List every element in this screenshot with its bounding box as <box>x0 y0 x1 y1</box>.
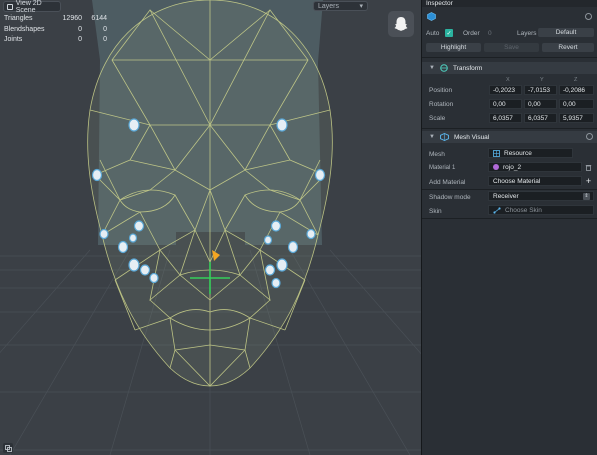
position-label: Position <box>429 87 453 94</box>
mesh-field[interactable]: Resource <box>488 148 573 158</box>
scene-2d-icon <box>7 3 13 10</box>
add-material-field[interactable]: Choose Material <box>488 176 582 186</box>
add-material-value: Choose Material <box>493 177 541 185</box>
layers-label: Layers <box>517 30 537 37</box>
divider <box>422 218 597 219</box>
scene-stats: Triangles 12960 6144 Blendshapes 0 0 Joi… <box>4 14 107 46</box>
stats-value: 6144 <box>91 15 107 22</box>
cube-icon <box>427 12 436 21</box>
divider <box>422 189 597 190</box>
scale-x-input[interactable]: 6,0357 <box>489 113 522 123</box>
skin-value: Choose Skin <box>505 206 542 214</box>
trash-icon[interactable] <box>585 164 592 171</box>
divider <box>422 128 597 129</box>
stats-row: Blendshapes 0 0 <box>4 25 107 36</box>
stats-value: 0 <box>78 36 82 43</box>
layers-dropdown[interactable]: Layers ▾ <box>313 1 368 11</box>
view-2d-scene-button[interactable]: View 2D Scene <box>3 0 61 14</box>
stats-label: Joints <box>4 36 23 43</box>
viewport-options-button[interactable] <box>3 443 13 453</box>
object-header <box>422 10 597 24</box>
shadow-mode-value: Receiver <box>493 192 519 200</box>
shadow-mode-select[interactable]: Receiver ⇕ <box>488 191 594 201</box>
mesh-visual-title: Mesh Visual <box>453 133 490 141</box>
mesh-visual-icon <box>440 133 449 141</box>
stats-value: 12960 <box>62 15 82 22</box>
inspector-title: Inspector <box>422 0 597 7</box>
resource-grid-icon <box>493 149 500 157</box>
rotation-z-input[interactable]: 0,00 <box>559 99 594 109</box>
highlight-button[interactable]: Highlight <box>426 43 481 52</box>
stats-value: 0 <box>103 36 107 43</box>
chevron-down-icon: ▾ <box>359 3 363 10</box>
rotation-y-input[interactable]: 0,00 <box>524 99 557 109</box>
layers-dropdown-label: Layers <box>318 2 340 10</box>
transform-title: Transform <box>452 64 483 72</box>
mesh-value: Resource <box>504 149 532 157</box>
inspector-panel: Inspector Auto ✓ Order 0 Layers Default … <box>421 0 597 455</box>
layers-select[interactable]: Default <box>538 28 594 37</box>
ghost-icon <box>394 17 408 31</box>
layers-icon <box>4 444 12 452</box>
material-value: rojo_2 <box>503 163 522 171</box>
scale-label: Scale <box>429 115 446 122</box>
position-y-input[interactable]: -7,0153 <box>524 85 557 95</box>
material-sphere-icon <box>493 164 499 170</box>
rotation-label: Rotation <box>429 101 454 108</box>
material-label: Material 1 <box>429 165 456 171</box>
view-2d-scene-label: View 2D Scene <box>15 0 42 14</box>
scale-y-input[interactable]: 6,0357 <box>524 113 557 123</box>
stats-value: 0 <box>103 25 107 33</box>
axis-y-label: Y <box>540 77 544 83</box>
stats-label: Triangles <box>4 15 33 22</box>
mesh-visual-gear-icon[interactable] <box>586 133 593 140</box>
skin-label: Skin <box>429 208 442 215</box>
chevron-updown-icon: ⇕ <box>583 192 590 200</box>
axis-z-label: Z <box>574 77 578 83</box>
stats-row: Triangles 12960 6144 <box>4 14 107 25</box>
order-value[interactable]: 0 <box>488 30 492 37</box>
skin-bone-icon <box>493 206 501 214</box>
caret-down-icon: ▼ <box>429 134 435 140</box>
order-label: Order <box>463 30 480 37</box>
scene-viewport[interactable]: View 2D Scene Layers ▾ Triangles 12960 6… <box>0 0 421 455</box>
transform-section-header[interactable]: ▼ Transform <box>422 62 597 74</box>
plus-icon[interactable]: + <box>584 177 593 186</box>
settings-gear-icon[interactable] <box>585 13 592 20</box>
stats-label: Blendshapes <box>4 25 45 33</box>
face-mesh-wireframe <box>0 0 421 455</box>
material-field[interactable]: rojo_2 <box>488 162 582 172</box>
transform-icon <box>440 64 448 72</box>
revert-button[interactable]: Revert <box>542 43 594 52</box>
save-button[interactable]: Save <box>484 43 539 52</box>
snapchat-preview-button[interactable] <box>388 11 414 37</box>
caret-down-icon: ▼ <box>429 65 435 71</box>
skin-field[interactable]: Choose Skin <box>488 205 594 215</box>
auto-label: Auto <box>426 30 440 37</box>
position-x-input[interactable]: -0,2023 <box>489 85 522 95</box>
add-material-label: Add Material <box>429 179 466 186</box>
stats-row: Joints 0 0 <box>4 35 107 46</box>
mesh-label: Mesh <box>429 151 445 158</box>
axis-x-label: X <box>506 77 510 83</box>
shadow-mode-label: Shadow mode <box>429 194 471 201</box>
scale-z-input[interactable]: 5,9357 <box>559 113 594 123</box>
stats-value: 0 <box>78 25 82 33</box>
rotation-x-input[interactable]: 0,00 <box>489 99 522 109</box>
divider <box>422 57 597 58</box>
auto-checkbox[interactable]: ✓ <box>445 29 453 37</box>
mesh-visual-section-header[interactable]: ▼ Mesh Visual <box>422 131 597 143</box>
position-z-input[interactable]: -0,2086 <box>559 85 594 95</box>
